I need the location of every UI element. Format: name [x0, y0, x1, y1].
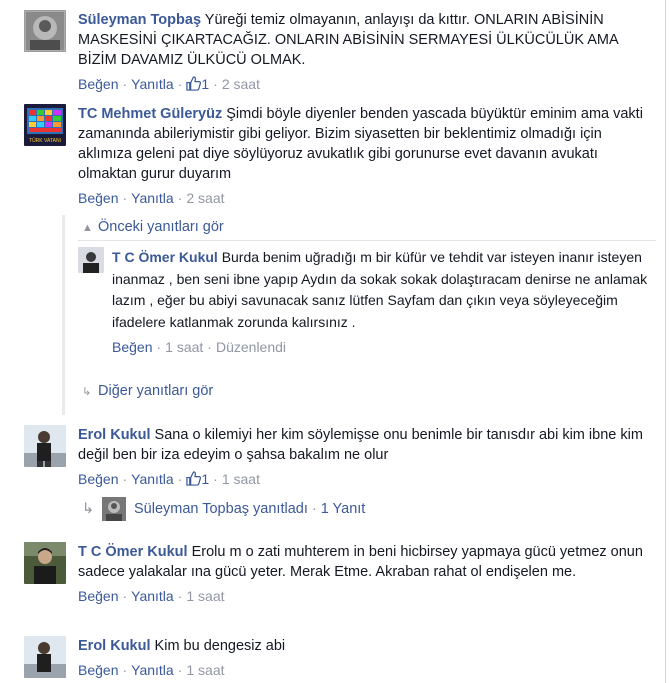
- replies-summary-link[interactable]: ↳ Süleyman Topbaş yanıtladı · 1 Yanıt: [82, 497, 365, 521]
- panel-border: [665, 0, 666, 683]
- avatar-caption: TÜRK VATANI: [29, 137, 61, 144]
- reply-link[interactable]: Yanıtla: [131, 471, 174, 487]
- like-link[interactable]: Beğen: [78, 662, 118, 678]
- reply-link[interactable]: Yanıtla: [131, 76, 174, 92]
- reply-link[interactable]: Yanıtla: [131, 190, 174, 206]
- avatar[interactable]: [24, 636, 66, 678]
- avatar[interactable]: [78, 247, 104, 273]
- comment-author-link[interactable]: T C Ömer Kukul: [78, 544, 188, 560]
- reply-item: T C Ömer Kukul Burda benim uğradığı m bi…: [78, 247, 656, 357]
- avatar[interactable]: [24, 10, 66, 52]
- comment-actions: Beğen · Yanıtla · 1 saat: [78, 662, 225, 678]
- like-link[interactable]: Beğen: [78, 190, 118, 206]
- divider: [78, 240, 656, 241]
- comment-author-link[interactable]: Süleyman Topbaş: [78, 12, 201, 28]
- comment-actions: Beğen · Yanıtla · 2 saat: [78, 190, 225, 206]
- avatar[interactable]: [24, 425, 66, 467]
- like-count[interactable]: 1: [201, 76, 209, 92]
- comment-timestamp[interactable]: 1 saat: [222, 471, 260, 487]
- comment-text: Sana o kilemiyi her kim söylemişse onu b…: [78, 427, 643, 463]
- like-link[interactable]: Beğen: [78, 471, 118, 487]
- avatar[interactable]: TÜRK VATANI: [24, 104, 66, 146]
- chevron-up-icon: ▲: [82, 222, 93, 234]
- reply-timestamp[interactable]: 1 saat: [165, 339, 203, 355]
- reply-actions: Beğen · 1 saat · Düzenlendi: [112, 339, 287, 355]
- thumbs-up-icon[interactable]: [186, 76, 202, 96]
- comments-panel: Süleyman Topbaş Yüreği temiz olmayanın, …: [0, 0, 670, 683]
- comment-item: Erol Kukul Kim bu dengesiz abi Beğen · Yan…: [24, 636, 656, 680]
- comment-item: T C Ömer Kukul Erolu m o zati muhterem i…: [24, 542, 656, 606]
- comment-item: TÜRK VATANI TC Mehmet Güleryüz Şimdi böy…: [24, 104, 656, 208]
- reply-link[interactable]: Yanıtla: [131, 588, 174, 604]
- reply-thread-line: [62, 215, 65, 415]
- comment-item: Erol Kukul Sana o kilemiyi her kim söyle…: [24, 425, 656, 491]
- comment-item: Süleyman Topbaş Yüreği temiz olmayanın, …: [24, 10, 656, 96]
- previous-replies-link[interactable]: ▲ Önceki yanıtları gör: [82, 217, 224, 238]
- summary-count[interactable]: 1 Yanıt: [321, 501, 366, 517]
- like-link[interactable]: Beğen: [112, 339, 152, 355]
- avatar: [102, 497, 126, 521]
- reply-link[interactable]: Yanıtla: [131, 662, 174, 678]
- comment-timestamp[interactable]: 1 saat: [186, 588, 224, 604]
- comment-text: Kim bu dengesiz abi: [154, 638, 286, 654]
- other-replies-link[interactable]: ↳ Diğer yanıtları gör: [82, 381, 213, 402]
- like-link[interactable]: Beğen: [78, 76, 118, 92]
- comment-timestamp[interactable]: 2 saat: [222, 76, 260, 92]
- comment-author-link[interactable]: Erol Kukul: [78, 638, 151, 654]
- comment-author-link[interactable]: TC Mehmet Güleryüz: [78, 106, 222, 122]
- summary-author[interactable]: Süleyman Topbaş: [134, 501, 249, 517]
- like-link[interactable]: Beğen: [78, 588, 118, 604]
- comment-actions: Beğen · Yanıtla · 1 · 2 saat: [78, 74, 656, 96]
- edited-label[interactable]: Düzenlendi: [216, 339, 286, 355]
- reply-arrow-icon: ↳: [82, 386, 92, 398]
- reply-author-link[interactable]: T C Ömer Kukul: [112, 249, 218, 265]
- comment-timestamp[interactable]: 1 saat: [186, 662, 224, 678]
- comment-timestamp[interactable]: 2 saat: [186, 190, 224, 206]
- comment-actions: Beğen · Yanıtla · 1 saat: [78, 588, 225, 604]
- avatar[interactable]: [24, 542, 66, 584]
- thumbs-up-icon[interactable]: [186, 471, 202, 491]
- comment-author-link[interactable]: Erol Kukul: [78, 427, 151, 443]
- like-count[interactable]: 1: [201, 471, 209, 487]
- comment-actions: Beğen · Yanıtla · 1 · 1 saat: [78, 469, 656, 491]
- reply-arrow-icon: ↳: [82, 500, 95, 517]
